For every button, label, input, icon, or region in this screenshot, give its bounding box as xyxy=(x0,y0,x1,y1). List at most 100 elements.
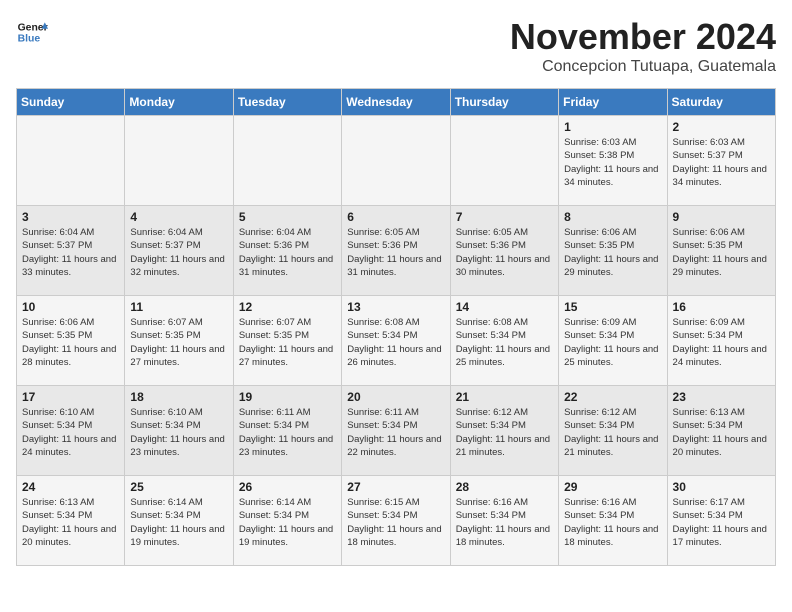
day-info: Sunrise: 6:10 AM Sunset: 5:34 PM Dayligh… xyxy=(130,406,227,459)
day-info: Sunrise: 6:03 AM Sunset: 5:38 PM Dayligh… xyxy=(564,136,661,189)
svg-text:Blue: Blue xyxy=(18,34,41,45)
calendar-week-row: 1 Sunrise: 6:03 AM Sunset: 5:38 PM Daylig… xyxy=(17,116,776,206)
weekday-header-cell: Wednesday xyxy=(342,89,450,116)
calendar-day-cell: 27 Sunrise: 6:15 AM Sunset: 5:34 PM Dayli… xyxy=(342,476,450,566)
calendar-day-cell: 15 Sunrise: 6:09 AM Sunset: 5:34 PM Dayli… xyxy=(559,296,667,386)
calendar-week-row: 3 Sunrise: 6:04 AM Sunset: 5:37 PM Daylig… xyxy=(17,206,776,296)
day-number: 29 xyxy=(564,480,661,494)
calendar-day-cell: 9 Sunrise: 6:06 AM Sunset: 5:35 PM Daylig… xyxy=(667,206,775,296)
weekday-header: SundayMondayTuesdayWednesdayThursdayFrid… xyxy=(17,89,776,116)
calendar-day-cell: 19 Sunrise: 6:11 AM Sunset: 5:34 PM Dayli… xyxy=(233,386,341,476)
day-number: 11 xyxy=(130,300,227,314)
calendar-day-cell xyxy=(233,116,341,206)
day-info: Sunrise: 6:08 AM Sunset: 5:34 PM Dayligh… xyxy=(456,316,553,369)
day-number: 5 xyxy=(239,210,336,224)
calendar-body: 1 Sunrise: 6:03 AM Sunset: 5:38 PM Daylig… xyxy=(17,116,776,566)
weekday-header-cell: Monday xyxy=(125,89,233,116)
day-info: Sunrise: 6:15 AM Sunset: 5:34 PM Dayligh… xyxy=(347,496,444,549)
calendar-day-cell: 3 Sunrise: 6:04 AM Sunset: 5:37 PM Daylig… xyxy=(17,206,125,296)
day-number: 30 xyxy=(673,480,770,494)
calendar-day-cell: 28Sunrise: 6:16 AM Sunset: 5:34 PM Dayli… xyxy=(450,476,558,566)
day-number: 19 xyxy=(239,390,336,404)
day-info: Sunrise: 6:09 AM Sunset: 5:34 PM Dayligh… xyxy=(564,316,661,369)
calendar-day-cell: 6 Sunrise: 6:05 AM Sunset: 5:36 PM Daylig… xyxy=(342,206,450,296)
month-title: November 2024 xyxy=(510,16,776,58)
calendar-week-row: 17Sunrise: 6:10 AM Sunset: 5:34 PM Dayli… xyxy=(17,386,776,476)
day-info: Sunrise: 6:07 AM Sunset: 5:35 PM Dayligh… xyxy=(130,316,227,369)
day-number: 18 xyxy=(130,390,227,404)
calendar-day-cell: 1 Sunrise: 6:03 AM Sunset: 5:38 PM Daylig… xyxy=(559,116,667,206)
day-number: 6 xyxy=(347,210,444,224)
day-info: Sunrise: 6:06 AM Sunset: 5:35 PM Dayligh… xyxy=(673,226,770,279)
header: General Blue November 2024 Concepcion Tu… xyxy=(16,16,776,76)
day-info: Sunrise: 6:14 AM Sunset: 5:34 PM Dayligh… xyxy=(239,496,336,549)
calendar-day-cell: 8 Sunrise: 6:06 AM Sunset: 5:35 PM Daylig… xyxy=(559,206,667,296)
day-number: 13 xyxy=(347,300,444,314)
day-number: 14 xyxy=(456,300,553,314)
day-number: 15 xyxy=(564,300,661,314)
day-info: Sunrise: 6:12 AM Sunset: 5:34 PM Dayligh… xyxy=(564,406,661,459)
day-info: Sunrise: 6:11 AM Sunset: 5:34 PM Dayligh… xyxy=(239,406,336,459)
day-info: Sunrise: 6:05 AM Sunset: 5:36 PM Dayligh… xyxy=(347,226,444,279)
weekday-header-cell: Friday xyxy=(559,89,667,116)
calendar-day-cell: 11 Sunrise: 6:07 AM Sunset: 5:35 PM Dayli… xyxy=(125,296,233,386)
day-number: 21 xyxy=(456,390,553,404)
day-info: Sunrise: 6:17 AM Sunset: 5:34 PM Dayligh… xyxy=(673,496,770,549)
logo: General Blue xyxy=(16,16,48,48)
day-number: 2 xyxy=(673,120,770,134)
day-number: 20 xyxy=(347,390,444,404)
calendar-day-cell: 10 Sunrise: 6:06 AM Sunset: 5:35 PM Dayli… xyxy=(17,296,125,386)
calendar-day-cell: 24Sunrise: 6:13 AM Sunset: 5:34 PM Dayli… xyxy=(17,476,125,566)
day-info: Sunrise: 6:04 AM Sunset: 5:37 PM Dayligh… xyxy=(130,226,227,279)
day-info: Sunrise: 6:04 AM Sunset: 5:36 PM Dayligh… xyxy=(239,226,336,279)
day-info: Sunrise: 6:06 AM Sunset: 5:35 PM Dayligh… xyxy=(564,226,661,279)
calendar-day-cell: 17Sunrise: 6:10 AM Sunset: 5:34 PM Dayli… xyxy=(17,386,125,476)
day-info: Sunrise: 6:06 AM Sunset: 5:35 PM Dayligh… xyxy=(22,316,119,369)
day-info: Sunrise: 6:04 AM Sunset: 5:37 PM Dayligh… xyxy=(22,226,119,279)
calendar-day-cell: 22 Sunrise: 6:12 AM Sunset: 5:34 PM Dayli… xyxy=(559,386,667,476)
day-number: 4 xyxy=(130,210,227,224)
day-info: Sunrise: 6:10 AM Sunset: 5:34 PM Dayligh… xyxy=(22,406,119,459)
day-info: Sunrise: 6:03 AM Sunset: 5:37 PM Dayligh… xyxy=(673,136,770,189)
day-number: 16 xyxy=(673,300,770,314)
calendar-day-cell: 5 Sunrise: 6:04 AM Sunset: 5:36 PM Daylig… xyxy=(233,206,341,296)
day-number: 23 xyxy=(673,390,770,404)
calendar-day-cell xyxy=(450,116,558,206)
calendar-day-cell: 16 Sunrise: 6:09 AM Sunset: 5:34 PM Dayli… xyxy=(667,296,775,386)
weekday-header-cell: Thursday xyxy=(450,89,558,116)
day-number: 28 xyxy=(456,480,553,494)
day-info: Sunrise: 6:16 AM Sunset: 5:34 PM Dayligh… xyxy=(564,496,661,549)
calendar-day-cell: 4 Sunrise: 6:04 AM Sunset: 5:37 PM Daylig… xyxy=(125,206,233,296)
calendar-day-cell: 26 Sunrise: 6:14 AM Sunset: 5:34 PM Dayli… xyxy=(233,476,341,566)
day-info: Sunrise: 6:05 AM Sunset: 5:36 PM Dayligh… xyxy=(456,226,553,279)
calendar-day-cell: 20Sunrise: 6:11 AM Sunset: 5:34 PM Dayli… xyxy=(342,386,450,476)
calendar-day-cell: 7 Sunrise: 6:05 AM Sunset: 5:36 PM Daylig… xyxy=(450,206,558,296)
logo-icon: General Blue xyxy=(16,16,48,48)
day-number: 12 xyxy=(239,300,336,314)
day-number: 7 xyxy=(456,210,553,224)
calendar-day-cell: 13Sunrise: 6:08 AM Sunset: 5:34 PM Dayli… xyxy=(342,296,450,386)
day-number: 9 xyxy=(673,210,770,224)
day-number: 10 xyxy=(22,300,119,314)
day-info: Sunrise: 6:13 AM Sunset: 5:34 PM Dayligh… xyxy=(22,496,119,549)
calendar-day-cell xyxy=(17,116,125,206)
calendar-day-cell: 23 Sunrise: 6:13 AM Sunset: 5:34 PM Dayli… xyxy=(667,386,775,476)
day-number: 22 xyxy=(564,390,661,404)
calendar-table: SundayMondayTuesdayWednesdayThursdayFrid… xyxy=(16,88,776,566)
day-info: Sunrise: 6:09 AM Sunset: 5:34 PM Dayligh… xyxy=(673,316,770,369)
weekday-header-cell: Tuesday xyxy=(233,89,341,116)
weekday-header-cell: Saturday xyxy=(667,89,775,116)
day-number: 3 xyxy=(22,210,119,224)
day-number: 8 xyxy=(564,210,661,224)
day-number: 26 xyxy=(239,480,336,494)
day-number: 1 xyxy=(564,120,661,134)
calendar-day-cell: 21 Sunrise: 6:12 AM Sunset: 5:34 PM Dayli… xyxy=(450,386,558,476)
day-info: Sunrise: 6:07 AM Sunset: 5:35 PM Dayligh… xyxy=(239,316,336,369)
calendar-day-cell xyxy=(342,116,450,206)
calendar-day-cell: 25Sunrise: 6:14 AM Sunset: 5:34 PM Dayli… xyxy=(125,476,233,566)
day-info: Sunrise: 6:12 AM Sunset: 5:34 PM Dayligh… xyxy=(456,406,553,459)
day-number: 27 xyxy=(347,480,444,494)
day-info: Sunrise: 6:14 AM Sunset: 5:34 PM Dayligh… xyxy=(130,496,227,549)
day-info: Sunrise: 6:13 AM Sunset: 5:34 PM Dayligh… xyxy=(673,406,770,459)
calendar-day-cell: 12 Sunrise: 6:07 AM Sunset: 5:35 PM Dayli… xyxy=(233,296,341,386)
